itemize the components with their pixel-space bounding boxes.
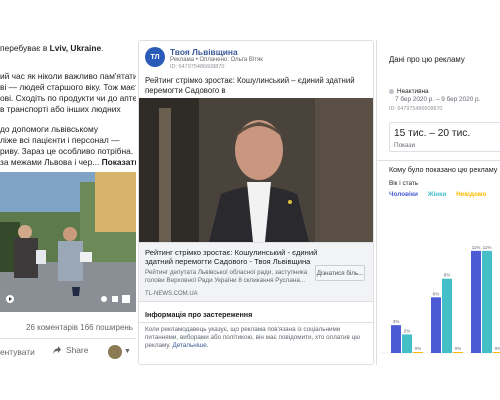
post-text-line: ві — людей старшого віку. Тож маєте	[0, 82, 136, 92]
page-avatar[interactable]: ТЛ	[145, 47, 165, 67]
post-text-line: ові. Сходіть по продукти чи до аптеки,	[0, 93, 136, 103]
status-label: Неактивна	[397, 88, 429, 95]
post-location-line: перебуває в Lviv, Ukraine.	[0, 43, 103, 53]
chart-legend: Чоловіки Жінки Невідомо	[389, 191, 494, 198]
learn-more-button[interactable]: Дізнатися біль...	[315, 265, 365, 281]
chart-bar[interactable]	[402, 334, 412, 353]
location-prefix: перебуває в	[0, 43, 48, 53]
post-text-line: риву. Зараз це особливо потрібна.	[0, 146, 134, 156]
divider	[377, 160, 500, 161]
chart-bar[interactable]	[431, 297, 441, 353]
post-text-line-last: за межами Львова і чер... Показати	[0, 157, 136, 167]
impressions-label: Покази	[394, 142, 416, 149]
share-icon	[53, 346, 61, 354]
divider	[139, 322, 373, 323]
post-text-truncated: за межами Львова і чер...	[0, 157, 100, 167]
data-label: 0%	[415, 346, 422, 351]
status-dot-icon	[389, 89, 394, 94]
data-label: 11%	[483, 245, 492, 250]
chart-bar[interactable]	[493, 352, 500, 353]
disclaimer-text: Коли рекламодавець указує, що реклама по…	[145, 326, 369, 351]
chart-bar[interactable]	[453, 352, 463, 353]
impressions-value: 15 тис. – 20 тис.	[394, 128, 471, 139]
age-gender-label: Вік і стать	[389, 180, 419, 187]
data-label: 0%	[455, 346, 462, 351]
learn-more-link[interactable]: Детальніше.	[172, 342, 208, 349]
volunteers-photo-image	[0, 172, 136, 312]
ad-preview: ТЛ Твоя Львівщина Реклама • Оплачено: Ол…	[138, 40, 374, 365]
show-more-link[interactable]: Показати	[102, 157, 136, 167]
ad-link-domain: TL-NEWS.COM.UA	[145, 291, 198, 297]
panel-title: Дані про цю рекламу	[389, 55, 465, 64]
post-text-line: до допомоги львівському	[0, 124, 99, 134]
data-label: 8%	[444, 273, 451, 278]
ad-header: ТЛ Твоя Львівщина Реклама • Оплачено: Ол…	[145, 47, 369, 75]
post-text-line: ий час як ніколи важливо пам'ятати	[0, 71, 136, 81]
ad-image[interactable]	[139, 98, 373, 242]
data-label: 0%	[495, 346, 500, 351]
avatar[interactable]	[108, 345, 122, 359]
divider	[0, 338, 136, 339]
ad-page-name[interactable]: Твоя Львівщина	[170, 47, 238, 57]
share-button[interactable]: Share	[52, 345, 88, 355]
age-gender-chart: 3% 2% 0% 6% 8% 0% 11%11% 0%	[381, 245, 500, 354]
data-label: 3%	[393, 319, 400, 324]
ad-id: ID: 647975486608870	[170, 64, 225, 70]
chevron-down-icon[interactable]: ▼	[124, 348, 131, 355]
data-label: 2%	[404, 328, 411, 333]
legend-unknown: Невідомо	[456, 191, 487, 198]
ad-status: Неактивна	[389, 88, 429, 95]
chart-bar[interactable]	[391, 325, 401, 353]
legend-female: Жінки	[427, 191, 447, 198]
ad-id-right: ID: 647975486608870	[389, 106, 443, 112]
chart-bar[interactable]	[442, 278, 452, 353]
chart-bar[interactable]	[482, 250, 492, 353]
post-text-line: ліже всі пацієнти і персонал —	[0, 135, 120, 145]
ad-link-preview[interactable]: Рейтинг стрімко зростає: Кошулинський - …	[139, 242, 373, 302]
post-text-line: в транспорті або інших людних	[0, 104, 121, 114]
post-photo[interactable]	[0, 172, 136, 312]
ad-details-panel: Дані про цю рекламу Неактивна 7 бер 2020…	[376, 40, 500, 365]
data-label: 6%	[433, 291, 440, 296]
share-label: Share	[66, 345, 89, 355]
disclaimer-title: Інформація про застереження	[145, 310, 253, 319]
impressions-box: 15 тис. – 20 тис. Покази	[389, 122, 500, 152]
chart-bar[interactable]	[413, 352, 423, 353]
post-stats[interactable]: 26 коментарів 166 поширень	[26, 323, 133, 332]
ad-link-title[interactable]: Рейтинг стрімко зростає: Кошулинський - …	[145, 248, 325, 267]
candidate-portrait-image	[139, 98, 373, 242]
ad-link-description: Рейтинг депутата Львівської обласної рад…	[145, 269, 308, 284]
location-suffix: .	[101, 43, 104, 53]
ad-run-dates: 7 бер 2020 р. – 9 бер 2020 р.	[395, 96, 481, 103]
left-post: перебуває в Lviv, Ukraine. ий час як нік…	[0, 40, 136, 365]
location-link[interactable]: Lviv, Ukraine	[50, 43, 102, 53]
post-actions: ентувати Share ▼	[0, 344, 136, 362]
data-label: 11%	[472, 245, 481, 250]
chart-bar[interactable]	[471, 250, 481, 353]
ad-text: Рейтинг стрімко зростає: Кошулинський – …	[145, 76, 355, 95]
audience-title: Кому було показано цю рекламу	[389, 165, 498, 174]
legend-male: Чоловіки	[389, 191, 418, 198]
comment-button[interactable]: ентувати	[0, 347, 35, 357]
ad-meta: Реклама • Оплачено: Ольга Вітяк	[170, 57, 263, 63]
